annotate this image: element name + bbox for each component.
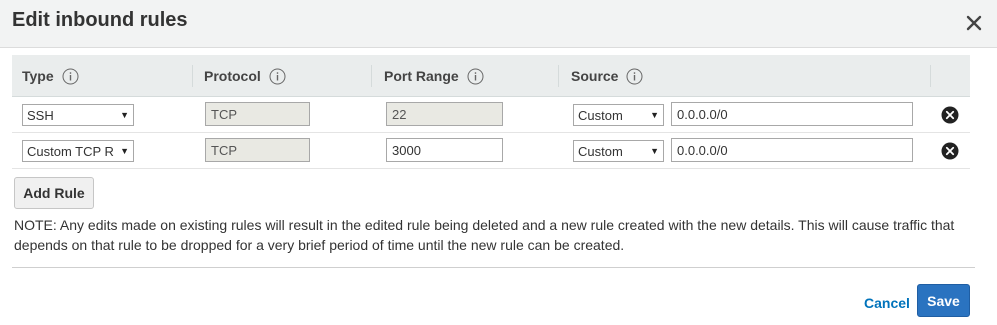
port-range-field: 22 bbox=[386, 102, 503, 126]
column-header-source: Source bbox=[571, 55, 643, 97]
protocol-field: TCP bbox=[205, 102, 310, 126]
rules-table-header: Type Protocol Port Range Source bbox=[12, 55, 970, 97]
dialog-title: Edit inbound rules bbox=[12, 9, 188, 31]
source-type-value: Custom bbox=[578, 144, 623, 159]
rule-row: Custom TCP R ▼ TCP 3000 Custom ▼ 0.0.0.0… bbox=[12, 133, 970, 169]
column-label-protocol: Protocol bbox=[204, 68, 261, 84]
dropdown-arrow-icon: ▼ bbox=[120, 110, 129, 120]
type-select[interactable]: Custom TCP R ▼ bbox=[22, 140, 134, 162]
add-rule-button[interactable]: Add Rule bbox=[14, 177, 94, 209]
info-icon[interactable] bbox=[467, 68, 484, 85]
source-type-select[interactable]: Custom ▼ bbox=[573, 140, 664, 162]
edit-inbound-rules-dialog: Edit inbound rules Type Protocol Port Ra… bbox=[0, 0, 997, 325]
column-header-port-range: Port Range bbox=[384, 55, 484, 97]
type-select[interactable]: SSH ▼ bbox=[22, 104, 134, 126]
column-header-type: Type bbox=[22, 55, 79, 97]
source-type-select[interactable]: Custom ▼ bbox=[573, 104, 664, 126]
source-cidr-input[interactable]: 0.0.0.0/0 bbox=[671, 102, 913, 126]
column-divider bbox=[930, 65, 931, 87]
type-select-value: Custom TCP R bbox=[27, 144, 114, 159]
remove-circle-icon[interactable] bbox=[941, 106, 959, 124]
dropdown-arrow-icon: ▼ bbox=[650, 146, 659, 156]
column-divider bbox=[558, 65, 559, 87]
info-icon[interactable] bbox=[626, 68, 643, 85]
remove-circle-icon[interactable] bbox=[941, 142, 959, 160]
footer-divider bbox=[12, 267, 975, 268]
info-icon[interactable] bbox=[269, 68, 286, 85]
save-button[interactable]: Save bbox=[917, 284, 970, 317]
dialog-header: Edit inbound rules bbox=[0, 0, 997, 48]
port-range-input[interactable]: 3000 bbox=[386, 138, 503, 162]
close-icon[interactable] bbox=[963, 12, 985, 34]
type-select-value: SSH bbox=[27, 108, 54, 123]
dropdown-arrow-icon: ▼ bbox=[650, 110, 659, 120]
protocol-field: TCP bbox=[205, 138, 310, 162]
info-icon[interactable] bbox=[62, 68, 79, 85]
cancel-button[interactable]: Cancel bbox=[864, 295, 910, 311]
edit-warning-note: NOTE: Any edits made on existing rules w… bbox=[14, 217, 955, 253]
column-label-type: Type bbox=[22, 68, 54, 84]
dropdown-arrow-icon: ▼ bbox=[120, 146, 129, 156]
column-header-protocol: Protocol bbox=[204, 55, 286, 97]
column-label-source: Source bbox=[571, 68, 619, 84]
source-type-value: Custom bbox=[578, 108, 623, 123]
source-cidr-input[interactable]: 0.0.0.0/0 bbox=[671, 138, 913, 162]
column-divider bbox=[192, 65, 193, 87]
column-label-port-range: Port Range bbox=[384, 68, 459, 84]
rule-row: SSH ▼ TCP 22 Custom ▼ 0.0.0.0/0 bbox=[12, 97, 970, 133]
column-divider bbox=[371, 65, 372, 87]
